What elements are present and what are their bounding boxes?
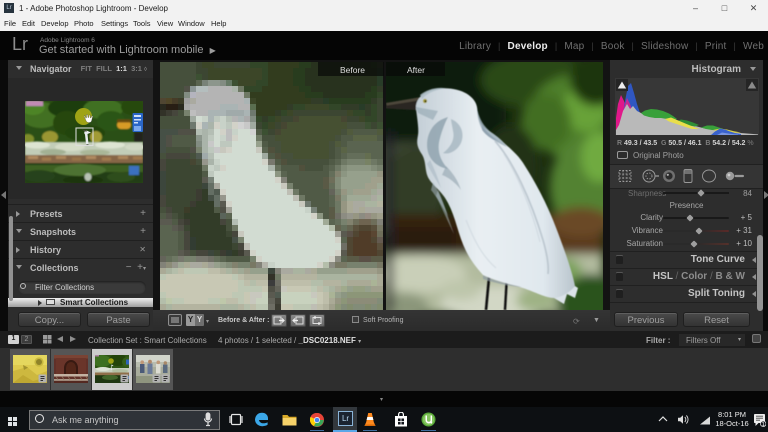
svg-text:1: 1	[762, 422, 765, 427]
